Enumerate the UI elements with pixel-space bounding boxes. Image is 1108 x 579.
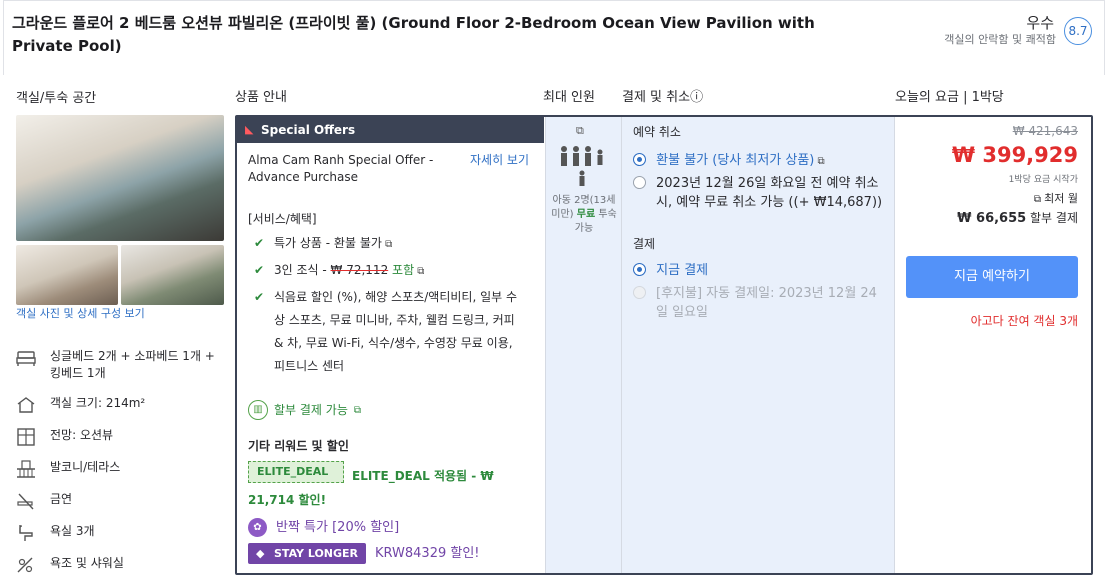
room-feature-label: 욕실 3개 bbox=[50, 524, 95, 538]
cancel-title: 예약 취소 bbox=[633, 125, 681, 139]
room-feature-label: 전망: 오션뷰 bbox=[50, 428, 114, 442]
special-offers-banner: ◣ Special Offers bbox=[237, 117, 544, 143]
room-photo-thumb-2[interactable] bbox=[121, 245, 224, 305]
elite-deal-text: ELITE_DEAL 적용됨 - ₩ 21,714 할인! bbox=[248, 469, 494, 507]
benefit-strike-price: ₩ 72,112 bbox=[330, 263, 389, 277]
check-icon: ✔ bbox=[254, 236, 265, 250]
cancel-option-label: 환불 불가 (당사 최저가 상품) bbox=[656, 153, 815, 168]
col-product-header: 상품 안내 bbox=[235, 90, 287, 105]
radio-selected[interactable] bbox=[633, 263, 646, 276]
lowest-monthly[interactable]: ⧉ 최저 월 bbox=[1034, 190, 1078, 206]
cancel-option-free[interactable]: 2023년 12월 26일 화요일 전 예약 취소 시, 예약 무료 취소 가능… bbox=[633, 174, 883, 212]
house-icon bbox=[17, 397, 35, 413]
room-feature-bath-shower: 욕조 및 샤워실 bbox=[16, 555, 124, 574]
adults-icon bbox=[561, 146, 603, 186]
bathtub-icon bbox=[19, 525, 33, 541]
col-payment-header[interactable]: 결제 및 취소ⓘ bbox=[622, 86, 703, 105]
balcony-icon bbox=[17, 460, 35, 478]
lowest-monthly-label: 최저 월 bbox=[1044, 192, 1078, 205]
room-photo-main[interactable] bbox=[16, 115, 224, 241]
current-price: ₩ 399,929 bbox=[951, 143, 1078, 167]
room-feature-label: 금연 bbox=[50, 492, 73, 506]
tag-icon: ◆ bbox=[256, 547, 265, 560]
col-room-header: 객실/투숙 공간 bbox=[16, 91, 97, 106]
room-feature-view: 전망: 오션뷰 bbox=[16, 427, 113, 446]
radio-disabled bbox=[633, 286, 646, 299]
radio-selected[interactable] bbox=[633, 153, 646, 166]
no-smoking-icon bbox=[17, 493, 34, 510]
price-cell bbox=[894, 117, 1091, 573]
pay-option-label: [후지불] 자동 결제일: 2023년 12월 24일 일요일 bbox=[656, 286, 877, 320]
room-title: 그라운드 플로어 2 베드룸 오션뷰 파빌리온 (프라이빗 풀) (Ground… bbox=[12, 14, 815, 55]
monthly-installment: ₩ 66,655 할부 결제 bbox=[957, 209, 1078, 226]
pay-option-now[interactable]: 지금 결제 bbox=[633, 261, 708, 280]
col-price-header: 오늘의 요금 | 1박당 bbox=[895, 90, 1004, 105]
rating-word: 우수 bbox=[1026, 14, 1054, 32]
pay-option-label: 지금 결제 bbox=[656, 263, 709, 278]
stay-longer-text: KRW84329 할인! bbox=[375, 546, 480, 561]
installment-label: 할부 결제 가능 bbox=[274, 402, 348, 417]
room-feature-label: 싱글베드 2개 + 소파베드 1개 + 킹베드 1개 bbox=[50, 349, 215, 380]
benefit-text: 3인 조식 - bbox=[274, 263, 331, 277]
cancel-option-nonrefundable[interactable]: 환불 불가 (당사 최저가 상품) ⧉ bbox=[633, 151, 825, 171]
benefit-text: 특가 상품 - 환불 불가 bbox=[274, 236, 382, 250]
per-night-note: 1박당 요금 시작가 bbox=[1008, 175, 1078, 185]
special-offers-label: Special Offers bbox=[261, 123, 356, 137]
benefit-item: ✔ 식음료 할인 (%), 해양 스포츠/액티비티, 일부 수상 스포츠, 무료 … bbox=[254, 286, 524, 378]
flash-deal-icon: ✿ bbox=[248, 518, 267, 537]
other-rewards-title: 기타 리워드 및 할인 bbox=[248, 439, 349, 453]
monthly-installment-value: ₩ 66,655 bbox=[957, 211, 1027, 226]
check-icon: ✔ bbox=[254, 263, 265, 277]
original-price: ₩ 421,643 bbox=[1012, 124, 1078, 138]
room-feature-label: 욕조 및 샤워실 bbox=[50, 556, 124, 570]
cancel-option-label: 2023년 12월 26일 화요일 전 예약 취소 시, 예약 무료 취소 가능… bbox=[656, 176, 883, 210]
flash-deal-text: 반짝 특가 [20% 할인] bbox=[276, 520, 400, 535]
room-feature-balcony: 발코니/테라스 bbox=[16, 459, 120, 478]
pay-option-later: [후지불] 자동 결제일: 2023년 12월 24일 일요일 bbox=[633, 284, 883, 322]
room-feature-bathrooms: 욕실 3개 bbox=[16, 523, 95, 542]
benefits-title: [서비스/혜택] bbox=[248, 212, 317, 226]
benefit-included: 포함 bbox=[392, 263, 415, 277]
check-icon: ✔ bbox=[254, 290, 265, 304]
popup-icon[interactable]: ⧉ bbox=[382, 239, 392, 250]
installment-icon: ▥ bbox=[248, 400, 268, 420]
benefit-item: ✔ 특가 상품 - 환불 불가 ⧉ bbox=[254, 235, 392, 253]
offer-details-link[interactable]: 자세히 보기 bbox=[470, 152, 529, 169]
monthly-installment-label: 할부 결제 bbox=[1030, 211, 1078, 225]
benefit-text: 식음료 할인 (%), 해양 스포츠/액티비티, 일부 수상 스포츠, 무료 미… bbox=[274, 290, 518, 373]
room-feature-label: 발코니/테라스 bbox=[50, 460, 121, 474]
stay-longer-badge: ◆ STAY LONGER bbox=[248, 543, 366, 564]
external-link-icon: ⧉ bbox=[814, 156, 825, 167]
occupancy-info-icon[interactable]: ⧉ bbox=[576, 124, 584, 138]
book-now-button[interactable]: 지금 예약하기 bbox=[906, 256, 1078, 298]
rating-score-badge: 8.7 bbox=[1064, 17, 1092, 45]
rating-subtitle: 객실의 안락함 및 쾌적함 bbox=[944, 33, 1056, 46]
pay-title: 결제 bbox=[633, 237, 656, 251]
radio-unselected[interactable] bbox=[633, 176, 646, 189]
col-max-guests-header: 최대 인원 bbox=[543, 90, 595, 105]
child-free-label: 무료 bbox=[576, 209, 596, 220]
window-icon bbox=[17, 428, 35, 446]
room-feature-beds: 싱글베드 2개 + 소파베드 1개 + 킹베드 1개 bbox=[16, 348, 226, 382]
popup-icon[interactable]: ⧉ bbox=[414, 266, 424, 277]
room-feature-label: 객실 크기: 214m² bbox=[50, 396, 146, 410]
room-photo-thumb-1[interactable] bbox=[16, 245, 118, 305]
room-photos-link[interactable]: 객실 사진 및 상세 구성 보기 bbox=[16, 305, 145, 321]
stay-longer-label: STAY LONGER bbox=[274, 547, 359, 560]
offer-name: Alma Cam Ranh Special Offer - Advance Pu… bbox=[248, 153, 434, 184]
room-feature-smoking: 금연 bbox=[16, 491, 72, 510]
shower-icon bbox=[17, 557, 33, 573]
rooms-left-notice: 아고다 잔여 객실 3개 bbox=[970, 314, 1078, 328]
popup-icon: ⧉ bbox=[353, 404, 362, 416]
special-offer-icon: ◣ bbox=[245, 123, 254, 136]
child-policy: 아동 2명(13세 미만) 무료 투숙 가능 bbox=[551, 194, 617, 236]
popup-icon: ⧉ bbox=[1033, 194, 1045, 205]
installment-info[interactable]: ▥ 할부 결제 가능 ⧉ bbox=[248, 400, 361, 420]
benefit-item: ✔ 3인 조식 - ₩ 72,112 포함 ⧉ bbox=[254, 262, 424, 280]
room-feature-size: 객실 크기: 214m² bbox=[16, 395, 145, 414]
bed-icon bbox=[16, 351, 36, 366]
